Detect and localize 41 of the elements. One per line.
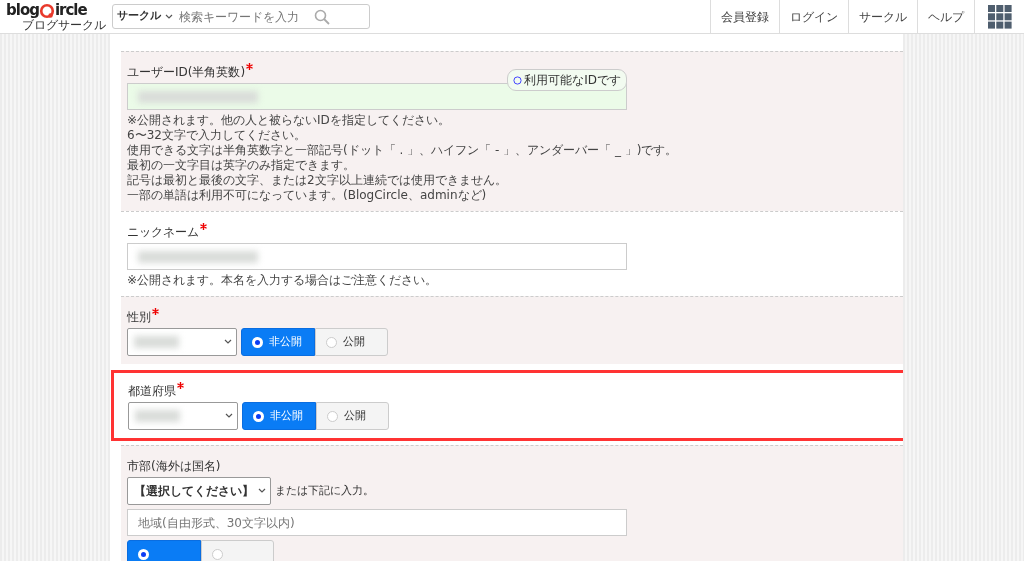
status-badge: 利用可能なIDです — [507, 69, 627, 91]
category-select[interactable]: サークル — [117, 8, 161, 25]
field-label: 市部(海外は国名) — [127, 458, 221, 475]
help-text: または下記に入力。 — [275, 482, 374, 499]
field-label: ニックネーム — [127, 224, 199, 241]
help-text: 記号は最初と最後の文字、または2文字以上連続では使用できません。 — [127, 173, 508, 188]
help-text: 使用できる文字は半角英数字と一部記号(ドット「 . 」、ハイフン「 - 」、アンダーバー「 _ 」)です。 — [127, 143, 679, 158]
blurred-text — [134, 336, 179, 348]
input-field[interactable]: 地域(自由形式、30文字以内) — [127, 509, 627, 536]
nav-link[interactable]: サークル — [848, 0, 917, 33]
privacy-toggle[interactable]: 公開 — [315, 328, 388, 356]
logo-text: ircle — [54, 3, 87, 18]
dropdown[interactable] — [128, 402, 238, 430]
help-text: ※公開されます。本名を入力する場合はご注意ください。 — [127, 273, 439, 288]
help-text: ※公開されます。他の人と被らないIDを指定してください。 — [127, 113, 451, 128]
grid-menu-icon[interactable] — [987, 4, 1012, 29]
nav-link[interactable]: ログイン — [779, 0, 848, 33]
privacy-toggle[interactable]: 非公開 — [241, 328, 315, 356]
privacy-toggle[interactable]: 公開 — [316, 402, 389, 430]
nav-link[interactable]: ヘルプ — [917, 0, 974, 33]
help-text: 一部の単語は利用不可になっています。(BlogCircle、adminなど) — [127, 188, 488, 203]
help-text: 最初の一文字目は英字のみ指定できます。 — [127, 158, 356, 173]
logo-ring-icon — [38, 2, 55, 19]
field-label: 都道府県 — [128, 383, 176, 400]
chevron-down-icon — [258, 488, 266, 494]
chevron-down-icon — [224, 339, 232, 345]
privacy-toggle[interactable] — [127, 540, 201, 561]
help-text: 6〜32文字で入力してください。 — [127, 128, 307, 143]
dropdown[interactable] — [127, 328, 237, 356]
privacy-toggle[interactable]: 非公開 — [242, 402, 316, 430]
dropdown[interactable]: 【選択してください】 — [127, 477, 271, 505]
field-label: 性別 — [127, 309, 151, 326]
input-field[interactable] — [127, 243, 627, 270]
chevron-down-icon — [225, 413, 233, 419]
logo-subtitle: ブログサークル — [22, 18, 106, 31]
logo-text: blog — [6, 3, 39, 18]
chevron-down-icon — [165, 13, 173, 20]
blurred-text — [135, 410, 180, 422]
search-icon[interactable] — [314, 8, 330, 25]
field-label: ユーザーID(半角英数) — [127, 64, 246, 81]
nav-link[interactable]: 会員登録 — [710, 0, 779, 33]
